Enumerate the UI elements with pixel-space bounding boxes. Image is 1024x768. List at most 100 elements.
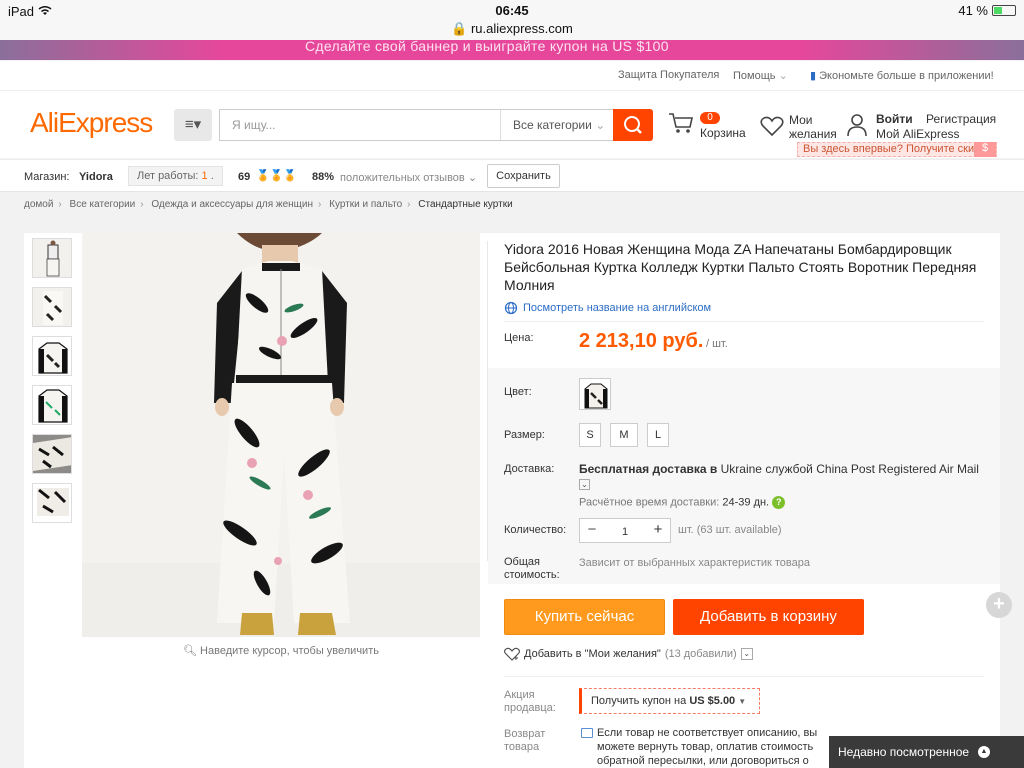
return-label: Возврат товара [504, 728, 545, 754]
chevron-down-icon[interactable]: ⌄ [740, 648, 753, 660]
lock-icon: 🔒 [451, 21, 468, 36]
store-info-bar: Магазин: Yidora Лет работы: 1 . 69 🏅🏅🏅 8… [0, 159, 1024, 192]
cart-label[interactable]: Корзина [700, 126, 746, 140]
heart-plus-icon [504, 647, 520, 661]
wishlist-label-line1: Мои [789, 113, 813, 127]
translate-title-text: Посмотреть название на английском [523, 302, 712, 314]
search-button[interactable] [613, 109, 653, 141]
recently-viewed-label: Недавно посмотренное [838, 745, 970, 759]
size-label: Размер: [504, 429, 545, 441]
total-price-note: Зависит от выбранных характеристик товар… [579, 557, 810, 569]
size-option-s[interactable]: S [579, 423, 601, 447]
positive-feedback-menu[interactable]: положительных отзывов ⌄ [340, 171, 477, 184]
search-icon [624, 116, 642, 134]
caret-down-icon: ▼ [738, 697, 747, 706]
promo-banner[interactable]: Сделайте свой баннер и выиграйте купон н… [0, 40, 1024, 60]
cart-icon [669, 113, 693, 133]
breadcrumb-women-clothing[interactable]: Одежда и аксессуары для женщин [151, 199, 313, 210]
divider [504, 321, 984, 322]
wishlist-link[interactable] [760, 115, 784, 140]
coupon-value: US $5.00 [689, 695, 736, 707]
delivery-time: Расчётное время доставки: 24-39 дн. ? [579, 496, 786, 509]
jacket-swatch-icon [580, 379, 610, 409]
thumbnail-4[interactable] [32, 385, 72, 425]
chevron-down-icon[interactable]: ⌄ [579, 479, 590, 491]
chevron-down-icon: ⌄ [778, 70, 788, 82]
shipping-label: Доставка: [504, 463, 555, 475]
thumbnail-5[interactable] [32, 434, 72, 474]
color-option[interactable] [579, 378, 611, 410]
help-icon[interactable]: ? [772, 496, 786, 509]
thumbnail-1[interactable] [32, 238, 72, 278]
recently-viewed-bar[interactable]: Недавно посмотренное ▲ [829, 736, 1024, 768]
get-coupon-button[interactable]: Получить купон на US $5.00 ▼ [579, 688, 760, 714]
buy-now-button[interactable]: Купить сейчас [504, 599, 665, 635]
delivery-value: 24-39 дн. [722, 496, 770, 509]
product-main-image[interactable] [82, 233, 480, 637]
chevron-down-icon: ⌄ [595, 118, 606, 132]
app-promo-link[interactable]: ▮ Экономьте больше в приложении! [810, 69, 994, 82]
breadcrumb-jackets[interactable]: Куртки и пальто [329, 199, 402, 210]
quantity-stepper: − 1 + [579, 518, 671, 543]
thumbnail-6[interactable] [32, 483, 72, 523]
search-input[interactable] [220, 110, 498, 140]
store-name[interactable]: Yidora [79, 171, 113, 183]
quantity-decrease-button[interactable]: − [580, 519, 604, 542]
ios-status-bar: iPad 06:45 🔒 ru.aliexpress.com 41 % [0, 0, 1024, 40]
thumbnail-3[interactable] [32, 336, 72, 376]
battery-icon [992, 5, 1016, 16]
size-option-l[interactable]: L [647, 423, 669, 447]
new-user-coupon-banner[interactable]: Вы здесь впервые? Получите ски... $ [797, 142, 997, 157]
zoom-hint-text: Наведите курсор, чтобы увеличить [200, 645, 379, 657]
return-policy-text: Если товар не соответствует описанию, вы… [597, 727, 818, 767]
wishlist-label[interactable]: Мои желания [789, 113, 837, 141]
help-menu[interactable]: Помощь ⌄ [733, 69, 788, 82]
floating-add-button[interactable]: + [986, 592, 1012, 618]
return-policy: Если товар не соответствует описанию, вы… [581, 726, 841, 768]
login-link[interactable]: Войти [876, 112, 913, 126]
thumbnail-2[interactable] [32, 287, 72, 327]
url-text: ru.aliexpress.com [470, 21, 573, 36]
quantity-increase-button[interactable]: + [646, 519, 670, 542]
site-header: AliExpress ≡▾ Все категории ⌄ 0 Корзина … [0, 91, 1024, 158]
account-icon-wrap[interactable] [846, 113, 868, 140]
my-aliexpress-link[interactable]: Мой AliExpress [876, 127, 960, 141]
banner-text: Сделайте свой баннер и выиграйте купон н… [305, 40, 669, 54]
search-box: Все категории ⌄ [219, 109, 613, 141]
quantity-input[interactable]: 1 [604, 519, 646, 542]
translate-title-link[interactable]: Посмотреть название на английском [504, 301, 711, 315]
size-option-m[interactable]: M [610, 423, 638, 447]
shipping-method[interactable]: China Post Registered Air Mail [816, 462, 979, 476]
breadcrumb: домой › Все категории › Одежда и аксессуар… [24, 199, 513, 210]
aliexpress-logo[interactable]: AliExpress [30, 107, 153, 139]
breadcrumb-all-categories[interactable]: Все категории [70, 199, 136, 210]
save-store-button[interactable]: Сохранить [487, 164, 560, 188]
magnifier-icon: 🔍︎ [183, 645, 197, 657]
search-category-select[interactable]: Все категории ⌄ [500, 110, 613, 140]
address-bar[interactable]: 🔒 ru.aliexpress.com [0, 21, 1024, 37]
categories-menu-button[interactable]: ≡▾ [174, 109, 212, 141]
wishlist-label-line2: желания [789, 127, 837, 141]
add-to-cart-button[interactable]: Добавить в корзину [673, 599, 864, 635]
return-label-line2: товара [504, 741, 540, 753]
positive-percent: 88% [312, 171, 335, 183]
return-policy-icon [581, 728, 593, 738]
cart-link[interactable] [668, 111, 694, 138]
positive-feedback-label: положительных отзывов [340, 172, 465, 184]
breadcrumb-separator: › [58, 199, 62, 210]
delivery-label: Расчётное время доставки: [579, 496, 720, 509]
register-link[interactable]: Регистрация [926, 112, 996, 126]
breadcrumb-home[interactable]: домой [24, 199, 53, 210]
add-to-wishlist[interactable]: Добавить в "Мои желания" (13 добавили) ⌄ [504, 647, 753, 661]
shipping-country[interactable]: Ukraine [721, 462, 762, 476]
promo-label-line2: продавца: [504, 702, 556, 714]
hamburger-icon: ≡▾ [184, 116, 202, 133]
breadcrumb-separator: › [407, 199, 411, 210]
buyer-protection-link[interactable]: Защита Покупателя [618, 69, 719, 81]
return-label-line1: Возврат [504, 728, 546, 740]
heart-icon [760, 116, 784, 137]
shipping-prefix: Бесплатная доставка в [579, 462, 718, 476]
thumbnail-list [32, 238, 74, 532]
color-label: Цвет: [504, 386, 532, 398]
zoom-hint: 🔍︎ Наведите курсор, чтобы увеличить [82, 644, 480, 657]
